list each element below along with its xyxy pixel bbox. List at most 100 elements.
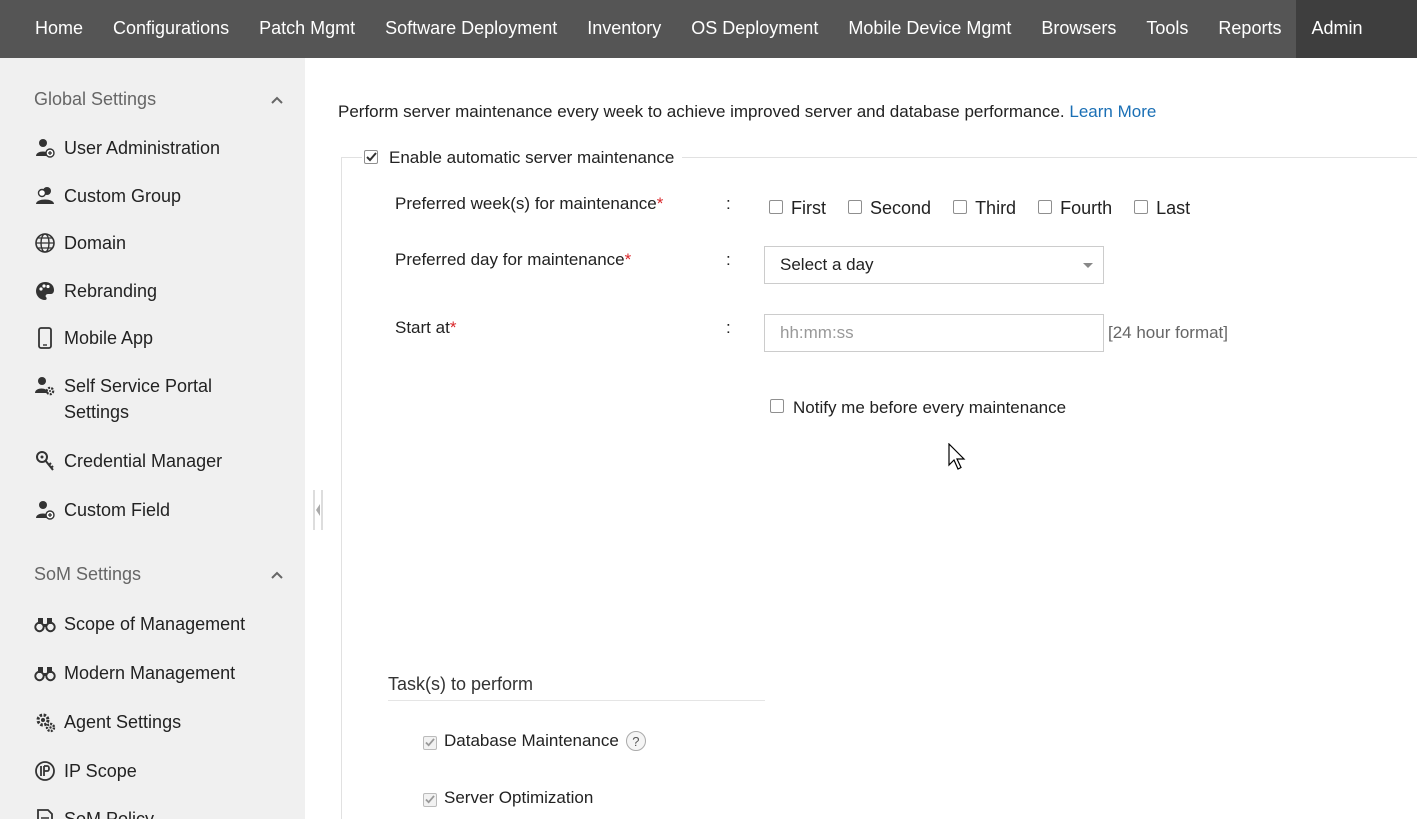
week-checkbox-fourth[interactable] [1038,199,1053,214]
start-time-input[interactable] [764,314,1104,352]
week-checkbox-second[interactable] [848,199,862,214]
sidebar-item-label: IP Scope [64,761,137,781]
day-label: Preferred day for maintenance* [395,250,631,270]
week-option-label: First [791,198,826,218]
sidebar-item-modern-management[interactable]: Modern Management [34,660,284,686]
week-option-label: Last [1156,198,1191,218]
sidebar-item-label: SoM Policy [64,809,155,819]
palette-icon [34,280,56,302]
week-checkbox-last[interactable] [1134,199,1149,214]
sidebar-item-label: Scope of Management [64,614,246,634]
checkmark-icon [365,151,377,161]
caret-down-icon [1083,263,1093,268]
chevron-up-icon[interactable] [270,568,284,582]
week-options: First Second Third Fourth Last [769,198,1212,219]
sidebar: Global Settings User Administration Cust… [0,58,305,819]
sidebar-item-mobile-app[interactable]: Mobile App [34,325,284,351]
sidebar-item-label: Agent Settings [64,712,182,732]
day-colon: : [726,250,731,269]
start-label: Start at* [395,318,456,338]
nav-patch-mgmt[interactable]: Patch Mgmt [244,0,370,58]
sidebar-item-domain[interactable]: Domain [34,230,284,256]
task-database-maintenance: Database Maintenance ? [423,731,646,751]
notify-checkbox[interactable] [770,399,784,413]
week-checkbox-third[interactable] [953,199,968,214]
binoculars-icon [34,613,56,635]
sidebar-item-custom-group[interactable]: Custom Group [34,183,284,209]
nav-admin[interactable]: Admin [1296,0,1417,58]
nav-software-deployment[interactable]: Software Deployment [370,0,572,58]
required-mark: * [449,318,457,337]
notify-option[interactable]: Notify me before every maintenance [770,398,1066,418]
weeks-label-text: Preferred week(s) for maintenance [395,194,657,213]
required-mark: * [624,250,632,269]
required-mark: * [656,194,664,213]
intro-text: Perform server maintenance every week to… [338,102,1156,122]
sidebar-item-credential-manager[interactable]: Credential Manager [34,448,284,474]
help-icon[interactable]: ? [625,731,646,751]
enable-maintenance-legend: Enable automatic server maintenance [362,148,683,168]
user-gear-icon [34,375,56,397]
nav-configurations[interactable]: Configurations [98,0,244,58]
day-label-text: Preferred day for maintenance [395,250,625,269]
nav-mobile-device-mgmt[interactable]: Mobile Device Mgmt [833,0,1026,58]
main-content: Perform server maintenance every week to… [305,58,1417,819]
tasks-divider [388,700,765,701]
chevron-up-icon[interactable] [270,93,284,107]
week-checkbox-first[interactable] [769,199,783,214]
section-title: Global Settings [34,89,157,109]
nav-browsers[interactable]: Browsers [1026,0,1131,58]
enable-maintenance-checkbox[interactable] [364,149,378,164]
start-label-text: Start at [395,318,450,337]
ip-globe-icon [34,760,56,782]
sidebar-item-rebranding[interactable]: Rebranding [34,278,284,304]
sidebar-item-self-service-portal-settings[interactable]: Self Service Portal Settings [34,373,284,425]
week-option-last[interactable]: Last [1134,198,1190,219]
sidebar-item-label: Modern Management [64,663,236,683]
nav-inventory[interactable]: Inventory [572,0,676,58]
top-navigation: Home Configurations Patch Mgmt Software … [0,0,1417,58]
key-icon [34,450,56,472]
nav-home[interactable]: Home [0,0,98,58]
learn-more-link[interactable]: Learn More [1069,102,1156,121]
week-option-first[interactable]: First [769,198,826,219]
sidebar-item-label: Self Service Portal Settings [64,376,213,422]
sidebar-item-label: Domain [64,233,127,253]
user-add-icon [34,499,56,521]
tasks-title: Task(s) to perform [388,674,534,694]
user-add-icon [34,137,56,159]
sidebar-item-label: Custom Group [64,186,182,206]
sidebar-item-label: User Administration [64,138,221,158]
sidebar-item-agent-settings[interactable]: Agent Settings [34,709,284,735]
enable-maintenance-label: Enable automatic server maintenance [389,148,675,167]
nav-tools[interactable]: Tools [1131,0,1203,58]
section-som-settings[interactable]: SoM Settings [34,564,284,585]
intro-description: Perform server maintenance every week to… [338,102,1065,121]
sidebar-item-label: Rebranding [64,281,158,301]
nav-reports[interactable]: Reports [1203,0,1296,58]
binoculars-icon [34,662,56,684]
sidebar-item-user-administration[interactable]: User Administration [34,135,284,161]
nav-os-deployment[interactable]: OS Deployment [676,0,833,58]
day-select[interactable]: Select a day [764,246,1104,284]
section-global-settings[interactable]: Global Settings [34,89,284,110]
sidebar-item-custom-field[interactable]: Custom Field [34,497,284,523]
time-format-hint: [24 hour format] [1108,323,1229,342]
week-option-fourth[interactable]: Fourth [1038,198,1112,219]
sidebar-item-scope-of-management[interactable]: Scope of Management [34,611,284,637]
globe-icon [34,232,56,254]
section-title: SoM Settings [34,564,142,584]
weeks-label: Preferred week(s) for maintenance* [395,194,663,214]
week-option-third[interactable]: Third [953,198,1016,219]
checkmark-icon [425,738,435,747]
task-label: Database Maintenance [444,731,619,750]
task-checkbox-server-optimization [423,792,437,807]
fieldset-border [341,157,342,819]
task-checkbox-database-maintenance [423,735,437,750]
gears-icon [34,711,56,733]
week-option-label: Second [870,198,932,218]
sidebar-item-som-policy[interactable]: SoM Policy [34,806,284,819]
day-select-value: Select a day [780,255,874,274]
week-option-second[interactable]: Second [848,198,931,219]
sidebar-item-ip-scope[interactable]: IP Scope [34,758,284,784]
